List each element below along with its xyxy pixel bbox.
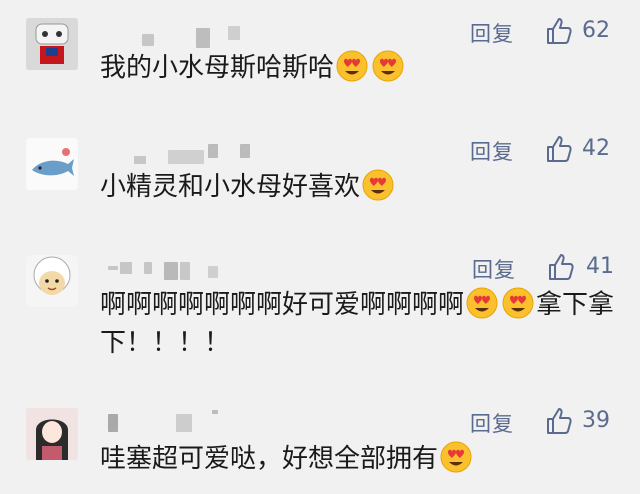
user-name[interactable] bbox=[104, 26, 254, 48]
avatar[interactable] bbox=[26, 138, 78, 190]
like-button[interactable] bbox=[546, 252, 576, 282]
robot-avatar-icon bbox=[26, 18, 78, 70]
like-button[interactable] bbox=[544, 406, 574, 436]
avatar[interactable] bbox=[26, 255, 78, 307]
shark-avatar-icon bbox=[26, 138, 78, 190]
comment-body: 小精灵和小水母好喜欢 bbox=[100, 172, 361, 202]
thumbs-up-icon bbox=[547, 136, 572, 162]
reply-button[interactable]: 回复 bbox=[470, 408, 514, 438]
comment-body: 我的小水母斯哈斯哈 bbox=[100, 53, 335, 83]
comment-text: 啊啊啊啊啊啊啊好可爱啊啊啊啊 拿下拿下！！！！ bbox=[100, 286, 620, 362]
reply-button[interactable]: 回复 bbox=[470, 136, 514, 166]
anime-girl-avatar-icon bbox=[26, 408, 78, 460]
avatar[interactable] bbox=[26, 18, 78, 70]
like-count: 42 bbox=[582, 136, 610, 161]
thumbs-up-icon bbox=[549, 254, 574, 280]
like-count: 39 bbox=[582, 408, 610, 433]
like-button[interactable] bbox=[544, 134, 574, 164]
comment-text: 哇塞超可爱哒，好想全部拥有 bbox=[100, 440, 620, 478]
avatar[interactable] bbox=[26, 408, 78, 460]
heart-eyes-emoji bbox=[502, 287, 534, 319]
like-count: 41 bbox=[586, 254, 614, 279]
user-name[interactable] bbox=[104, 410, 254, 432]
reply-button[interactable]: 回复 bbox=[470, 18, 514, 48]
heart-eyes-emoji bbox=[372, 50, 404, 82]
thumbs-up-icon bbox=[547, 408, 572, 434]
comment-body: 啊啊啊啊啊啊啊好可爱啊啊啊啊 bbox=[100, 290, 465, 320]
thumbs-up-icon bbox=[547, 18, 572, 44]
user-name[interactable] bbox=[104, 260, 254, 282]
comment-body: 哇塞超可爱哒，好想全部拥有 bbox=[100, 444, 439, 474]
like-button[interactable] bbox=[544, 16, 574, 46]
user-name[interactable] bbox=[104, 144, 254, 166]
like-count: 62 bbox=[582, 18, 610, 43]
reply-button[interactable]: 回复 bbox=[472, 254, 516, 284]
comment-text: 我的小水母斯哈斯哈 bbox=[100, 49, 620, 87]
heart-eyes-emoji bbox=[440, 441, 472, 473]
comment-text: 小精灵和小水母好喜欢 bbox=[100, 168, 620, 206]
sheep-avatar-icon bbox=[26, 255, 78, 307]
heart-eyes-emoji bbox=[362, 169, 394, 201]
heart-eyes-emoji bbox=[336, 50, 368, 82]
heart-eyes-emoji bbox=[466, 287, 498, 319]
